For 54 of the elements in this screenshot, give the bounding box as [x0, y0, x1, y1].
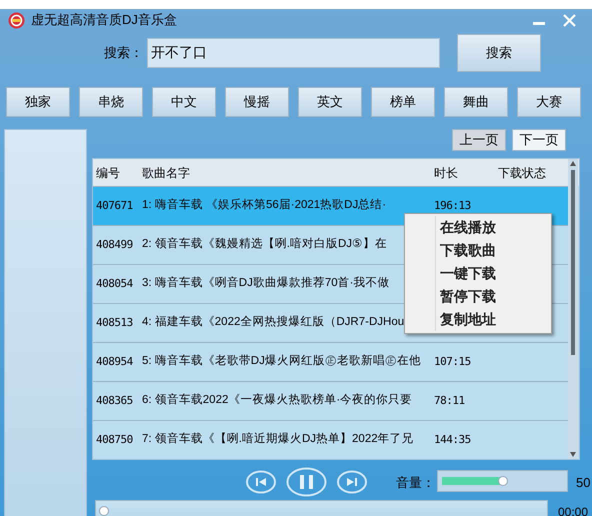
- progress-bar[interactable]: [95, 500, 548, 516]
- table-cell-text: 4: 福建车载《2022全网热搜爆红版（DJR7-DJHou: [142, 314, 406, 330]
- progress-thumb[interactable]: [99, 506, 109, 516]
- table-cell-text: 408054: [95, 276, 134, 292]
- time-label: 00:00: [558, 504, 588, 516]
- search-label: 搜索：: [104, 44, 144, 62]
- category-button[interactable]: 中文: [152, 87, 216, 117]
- column-header: 时长: [434, 164, 459, 182]
- pause-icon[interactable]: [286, 467, 327, 497]
- table-cell-text: 407671: [95, 198, 134, 214]
- table-cell-text: 408513: [95, 314, 134, 331]
- category-button[interactable]: 串烧: [79, 87, 143, 117]
- close-icon[interactable]: [563, 14, 576, 26]
- column-header: 下载状态: [498, 164, 547, 182]
- table-cell-text: 196:13: [434, 198, 471, 214]
- category-button[interactable]: 慢摇: [225, 87, 289, 117]
- logo-icon: [8, 12, 25, 28]
- column-header: 歌曲名字: [142, 164, 191, 182]
- column-header: 编号: [95, 164, 121, 182]
- volume-value: 50: [576, 474, 590, 492]
- category-button[interactable]: 独家: [6, 87, 70, 117]
- table-cell-text: 3: 嗨音车载《咧音DJ歌曲爆款推荐70首·我不做: [142, 275, 390, 292]
- table-cell-text: 408954: [95, 354, 134, 370]
- scroll-down-icon[interactable]: [570, 452, 576, 457]
- table-cell-text: 1: 嗨音车载 《娱乐杯第56届·2021热歌DJ总结·: [142, 197, 388, 214]
- scrollbar[interactable]: [568, 159, 578, 459]
- page-button[interactable]: 上一页: [452, 129, 506, 151]
- previous-icon[interactable]: [246, 470, 276, 494]
- table-cell-text: 107:15: [434, 354, 471, 370]
- search-field[interactable]: 开不了口: [147, 38, 440, 68]
- page-button[interactable]: 下一页: [512, 129, 566, 151]
- category-button[interactable]: 舞曲: [444, 87, 508, 117]
- volume-label: 音量：: [396, 474, 435, 492]
- table-cell-text: 7: 领音车载《【咧.喑近期爆火DJ热单】2022年了兄: [142, 431, 415, 448]
- table-cell-text: 408750: [95, 432, 134, 448]
- category-button[interactable]: 榜单: [371, 87, 435, 117]
- slider-thumb[interactable]: [498, 476, 508, 486]
- window-title: 虚无超高清音质DJ音乐盒: [31, 11, 177, 30]
- next-icon[interactable]: [337, 470, 367, 494]
- search-button[interactable]: 搜索: [457, 34, 541, 72]
- table-cell-text: 408365: [95, 392, 134, 409]
- scroll-up-icon[interactable]: [570, 161, 576, 166]
- table-cell-text: 6: 领音车载2022《一夜爆火热歌榜单·今夜的你只要: [142, 392, 414, 408]
- volume-slider[interactable]: [437, 470, 568, 492]
- category-button[interactable]: 大赛: [517, 87, 581, 117]
- table-cell-text: 144:35: [434, 432, 471, 448]
- table-cell-text: 78:11: [434, 392, 465, 409]
- table-cell-text: 5: 嗨音车载《老歌带DJ爆火网红版㊣老歌新唱㊣在他: [142, 353, 422, 370]
- table-cell-text: 408499: [95, 236, 134, 253]
- menu-item[interactable]: 复制地址: [405, 308, 551, 331]
- menu-item[interactable]: 一键下载: [405, 262, 551, 285]
- category-button[interactable]: 英文: [298, 87, 362, 117]
- table-cell-text: 2: 领音车载《魏嫚精选【咧.喑对白版DJ⑤】在: [142, 236, 388, 252]
- menu-item[interactable]: 下载歌曲: [405, 239, 551, 262]
